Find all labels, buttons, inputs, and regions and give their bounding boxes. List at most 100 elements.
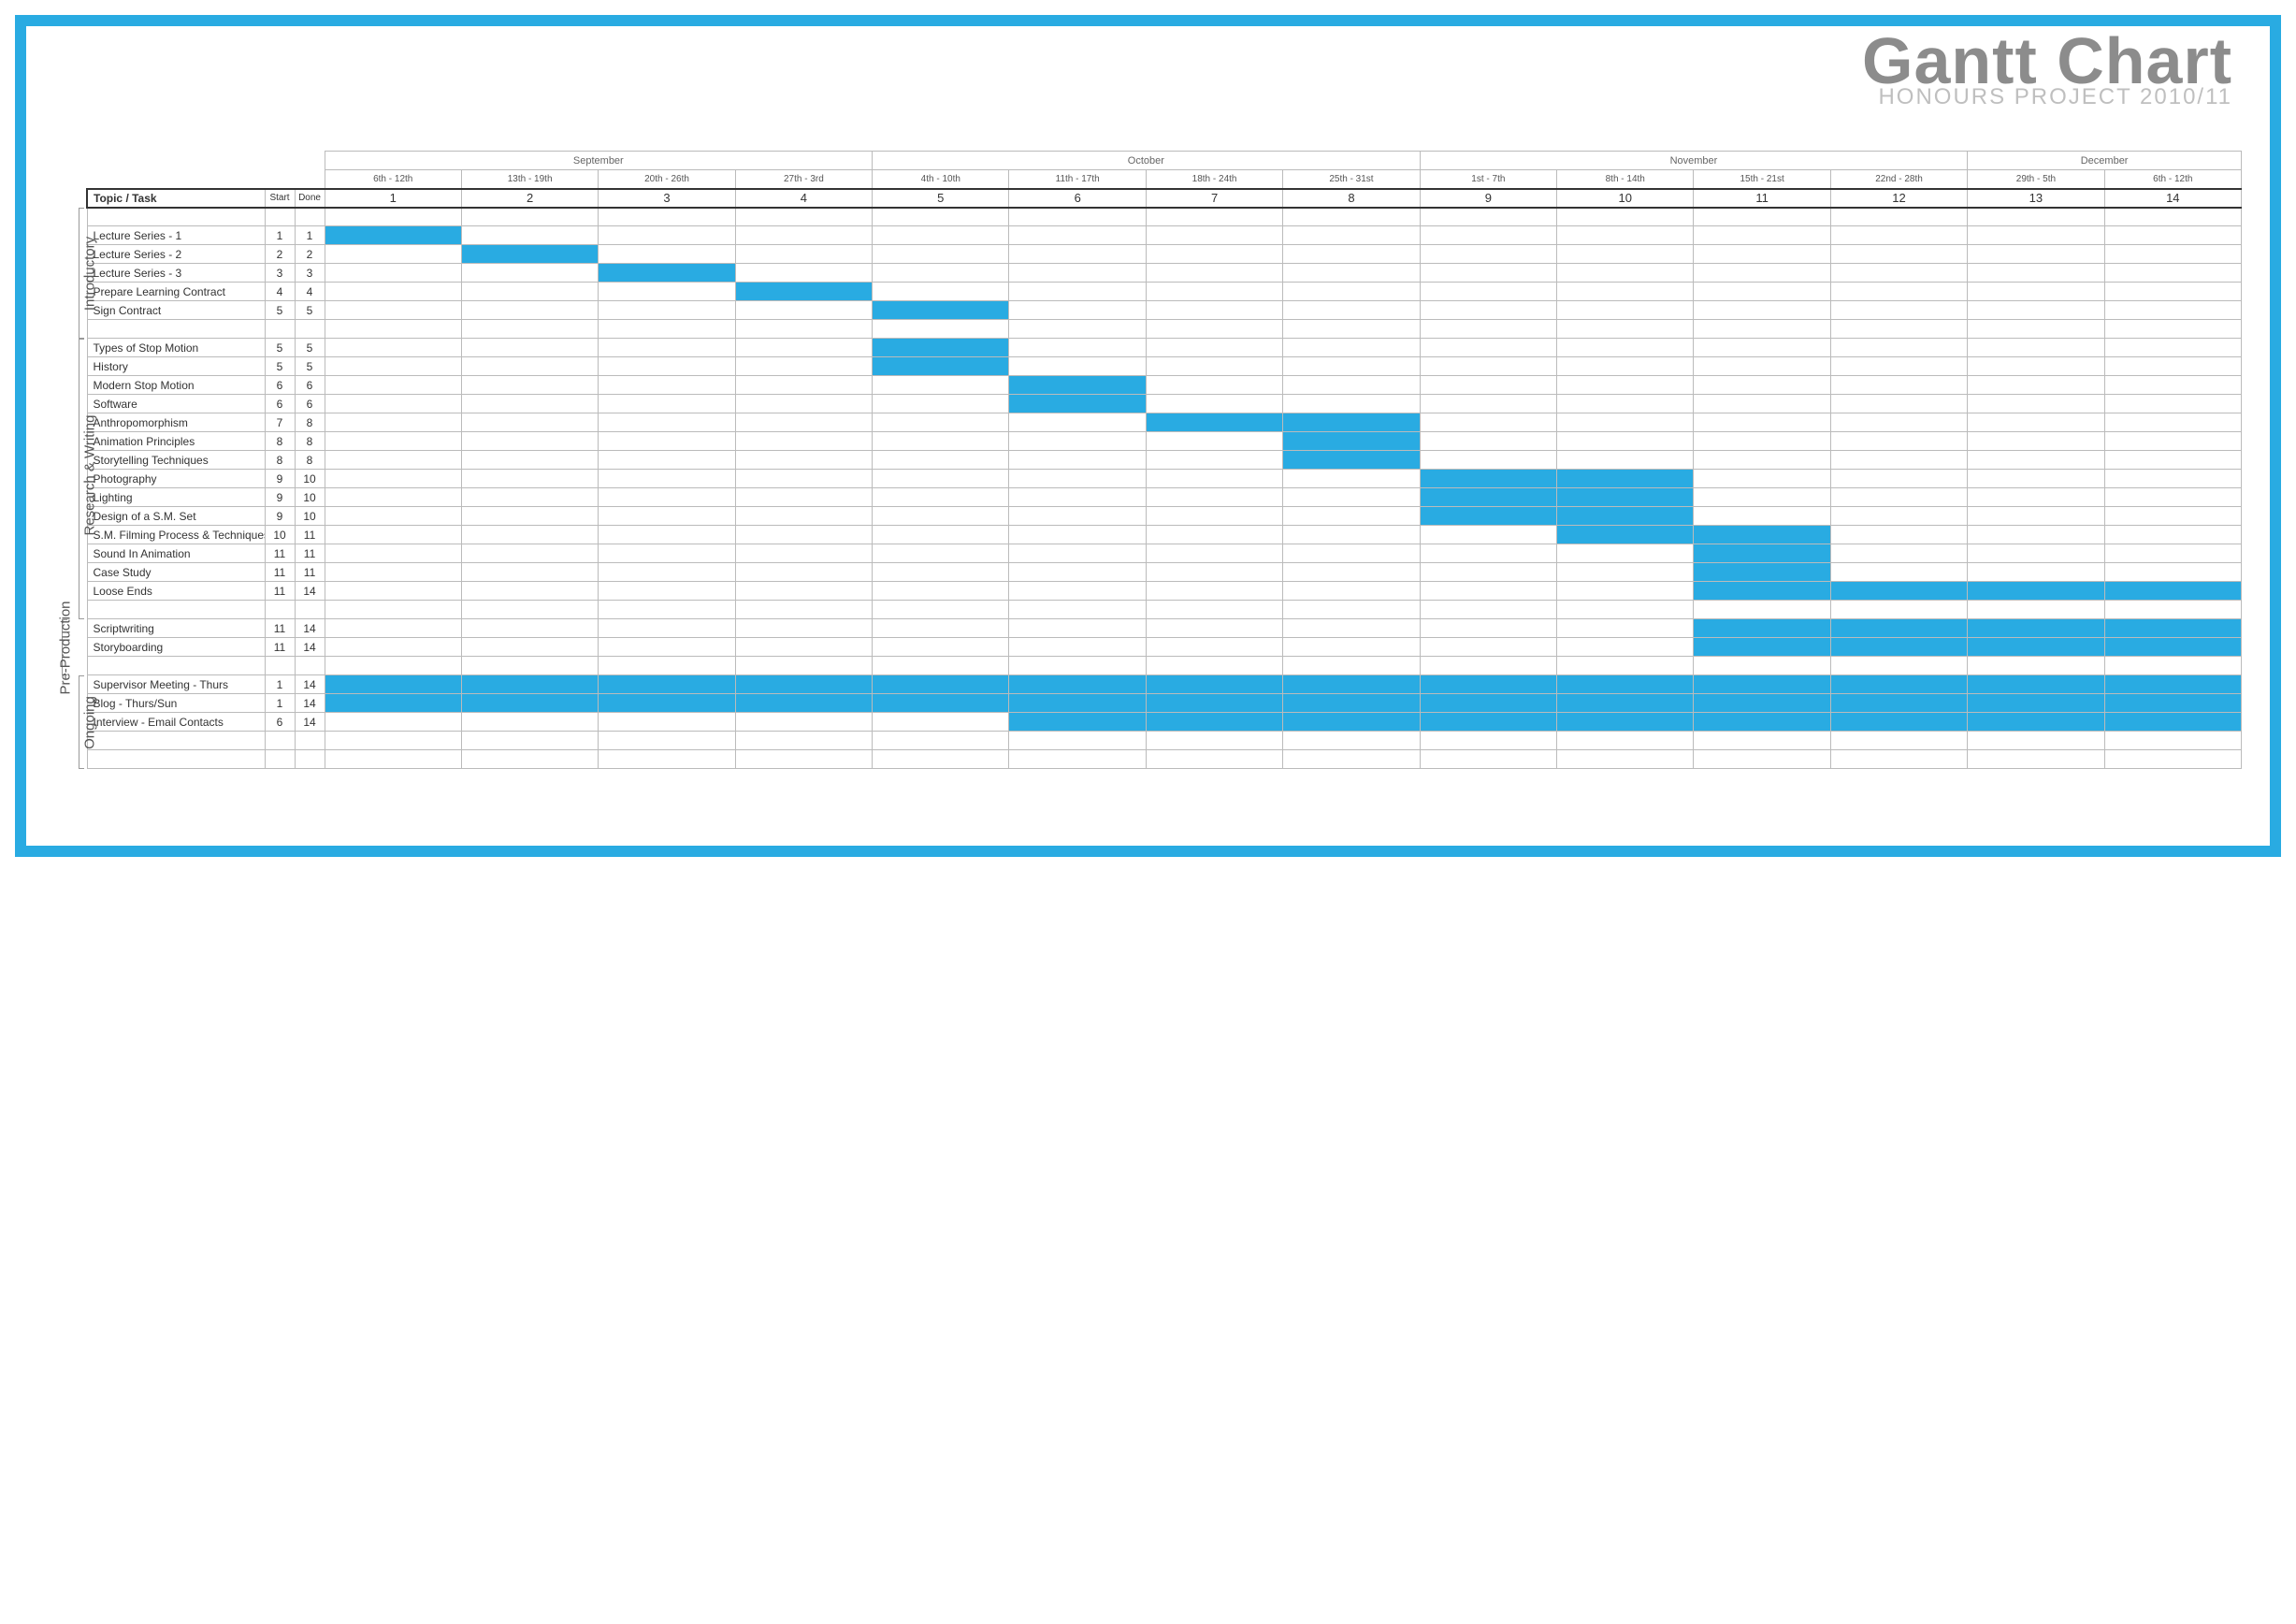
gantt-cell [1694,376,1830,395]
title-block: Gantt Chart HONOURS PROJECT 2010/11 [1862,34,2232,107]
gantt-cell [1694,395,1830,413]
gantt-cell [1694,245,1830,264]
start-week: 10 [265,526,295,544]
gantt-cell [1009,563,1146,582]
gantt-frame: Gantt Chart HONOURS PROJECT 2010/11 Intr… [15,15,2281,857]
gantt-cell [461,226,598,245]
gantt-cell [1146,357,1282,376]
gantt-cell [1420,226,1556,245]
gantt-cell [1420,357,1556,376]
gantt-bar [873,339,1009,357]
gantt-cell [461,544,598,563]
gantt-bar [873,301,1009,320]
gantt-cell [2104,526,2241,544]
gantt-bar [1830,582,1967,601]
gantt-bar [1283,675,1420,694]
spacer [87,750,265,769]
gantt-bar [2104,619,2241,638]
gantt-bar [1146,694,1282,713]
gantt-cell [1830,526,1967,544]
gantt-bar [1830,619,1967,638]
gantt-cell [1146,526,1282,544]
gantt-cell [735,413,872,432]
gantt-cell [1968,432,2104,451]
gantt-cell [1830,357,1967,376]
gantt-cell [2104,563,2241,582]
gantt-cell [1146,245,1282,264]
gantt-bar [1420,675,1556,694]
gantt-cell [1420,264,1556,283]
gantt-cell [1420,376,1556,395]
gantt-cell [1557,357,1694,376]
done-week: 1 [295,226,325,245]
week-number: 5 [873,189,1009,208]
gantt-bar [1694,582,1830,601]
week-number: 9 [1420,189,1556,208]
start-week: 9 [265,507,295,526]
gantt-cell [1694,470,1830,488]
gantt-cell [2104,339,2241,357]
gantt-cell [1283,638,1420,657]
gantt-bar [735,283,872,301]
gantt-cell [325,563,461,582]
gantt-cell [1694,339,1830,357]
gantt-bar [873,694,1009,713]
gantt-bar [1009,694,1146,713]
done-week: 8 [295,451,325,470]
gantt-cell [1968,413,2104,432]
gantt-cell [1968,226,2104,245]
gantt-cell [1420,544,1556,563]
gantt-cell [1420,432,1556,451]
week-number: 6 [1009,189,1146,208]
task-name: Animation Principles [87,432,265,451]
task-name: Storyboarding [87,638,265,657]
gantt-cell [1009,339,1146,357]
gantt-cell [1968,301,2104,320]
gantt-cell [325,264,461,283]
gantt-bar [1968,675,2104,694]
week-dates: 6th - 12th [325,170,461,189]
gantt-cell [599,395,735,413]
gantt-cell [1968,470,2104,488]
gantt-cell [873,638,1009,657]
gantt-cell [2104,470,2241,488]
done-week: 14 [295,582,325,601]
week-dates: 6th - 12th [2104,170,2241,189]
gantt-bar [1557,694,1694,713]
gantt-bar [873,357,1009,376]
start-week: 11 [265,563,295,582]
task-name: Loose Ends [87,582,265,601]
week-number: 12 [1830,189,1967,208]
gantt-bar [2104,675,2241,694]
gantt-cell [599,339,735,357]
gantt-bar [1420,507,1556,526]
gantt-cell [1557,301,1694,320]
gantt-cell [873,283,1009,301]
gantt-cell [1968,563,2104,582]
gantt-cell [1557,638,1694,657]
gantt-bar [1694,694,1830,713]
done-header: Done [295,189,325,208]
gantt-bar [599,264,735,283]
section-label: Introductory [82,217,98,329]
gantt-cell [325,376,461,395]
done-week: 14 [295,713,325,732]
gantt-cell [1557,339,1694,357]
start-week: 1 [265,675,295,694]
gantt-cell [1830,451,1967,470]
gantt-bar [1557,526,1694,544]
start-week: 8 [265,432,295,451]
gantt-cell [1968,395,2104,413]
gantt-cell [325,283,461,301]
section-label: Research & Writing [82,423,98,535]
gantt-cell [1009,488,1146,507]
week-dates: 22nd - 28th [1830,170,1967,189]
gantt-cell [1009,638,1146,657]
gantt-bar [1830,694,1967,713]
gantt-cell [2104,395,2241,413]
gantt-bar [735,675,872,694]
gantt-cell [1420,283,1556,301]
gantt-cell [735,544,872,563]
gantt-cell [1694,432,1830,451]
gantt-cell [2104,226,2241,245]
